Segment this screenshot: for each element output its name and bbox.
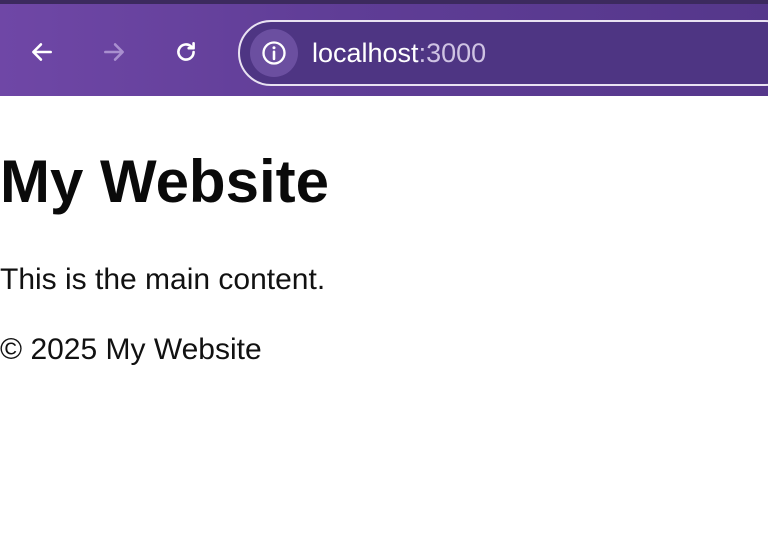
url-host: localhost — [312, 38, 419, 68]
forward-button[interactable] — [94, 32, 134, 72]
page-title: My Website — [0, 148, 329, 215]
url-text[interactable]: localhost:3000 — [312, 36, 486, 70]
browser-toolbar: localhost:3000 — [0, 0, 768, 96]
arrow-left-icon — [32, 43, 52, 61]
address-bar[interactable]: localhost:3000 — [238, 20, 768, 86]
info-icon — [262, 41, 286, 65]
url-port: :3000 — [418, 38, 487, 68]
arrow-right-icon — [104, 43, 124, 61]
reload-icon — [177, 42, 195, 61]
reload-button[interactable] — [166, 32, 206, 72]
page-content: My Website This is the main content. © 2… — [0, 96, 768, 546]
site-info-button[interactable] — [250, 29, 298, 77]
back-button[interactable] — [22, 32, 62, 72]
footer-text: © 2025 My Website — [0, 333, 262, 366]
main-content-text: This is the main content. — [0, 263, 326, 296]
